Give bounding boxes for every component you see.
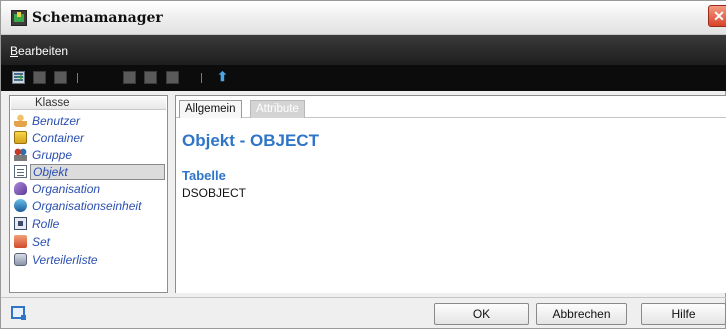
tree-item-organisationseinheit[interactable]: Organisationseinheit [12,198,167,214]
toolbar: ⬆ [1,65,726,91]
move-up-icon[interactable]: ⬆ [217,68,228,86]
close-icon: ✕ [713,8,725,24]
container-icon [14,131,27,144]
menu-bearbeiten[interactable]: Bearbeiten [10,44,68,58]
toolbar-icon-5[interactable] [144,71,157,84]
distribution-list-icon [14,253,27,266]
organization-unit-icon [14,199,27,212]
context-help-icon[interactable] [11,306,26,320]
tree-item-container[interactable]: Container [12,130,167,146]
toolbar-icon-6[interactable] [166,71,179,84]
toolbar-icon-4[interactable] [123,71,136,84]
object-icon [14,165,27,178]
tree-item-objekt[interactable]: Objekt [12,164,167,180]
set-icon [14,235,27,248]
toolbar-icon-2[interactable] [33,71,46,84]
help-button[interactable]: Hilfe [641,303,726,325]
tree-item-benutzer[interactable]: Benutzer [12,113,167,129]
tab-strip: Allgemein Attribute [176,96,726,118]
tab-allgemein[interactable]: Allgemein [179,100,242,118]
group-icon [14,148,27,161]
toolbar-icon-3[interactable] [54,71,67,84]
title-bar: Schemamanager ✕ [1,1,726,35]
window-title: Schemamanager [32,10,163,26]
add-schema-icon[interactable] [12,71,25,84]
class-column-header[interactable]: Klasse [11,97,166,110]
tree-item-set[interactable]: Set [12,234,167,250]
toolbar-separator [201,73,202,83]
footer-divider [1,297,726,298]
schemamanager-window: Schemamanager ✕ Bearbeiten ⬆ Klasse Benu… [0,0,726,329]
table-name-value: DSOBJECT [182,186,247,200]
tree-item-verteilerliste[interactable]: Verteilerliste [12,252,167,268]
close-button[interactable]: ✕ [708,5,726,27]
ok-button[interactable]: OK [434,303,529,325]
tree-item-gruppe[interactable]: Gruppe [12,147,167,163]
tab-attribute[interactable]: Attribute [250,100,305,118]
cancel-button[interactable]: Abbrechen [536,303,627,325]
toolbar-separator [77,73,78,83]
detail-panel: Allgemein Attribute Objekt - OBJECT Tabe… [175,95,726,293]
table-section-title: Tabelle [182,168,226,183]
app-icon [11,10,27,26]
class-tree-panel: Klasse Benutzer Container Gruppe Objekt … [9,95,168,293]
organization-icon [14,182,27,195]
tree-item-organisation[interactable]: Organisation [12,181,167,197]
tree-item-rolle[interactable]: Rolle [12,216,167,232]
role-icon [14,217,27,230]
menu-bar: Bearbeiten [1,35,726,65]
object-title: Objekt - OBJECT [182,131,319,150]
user-icon [14,114,27,127]
